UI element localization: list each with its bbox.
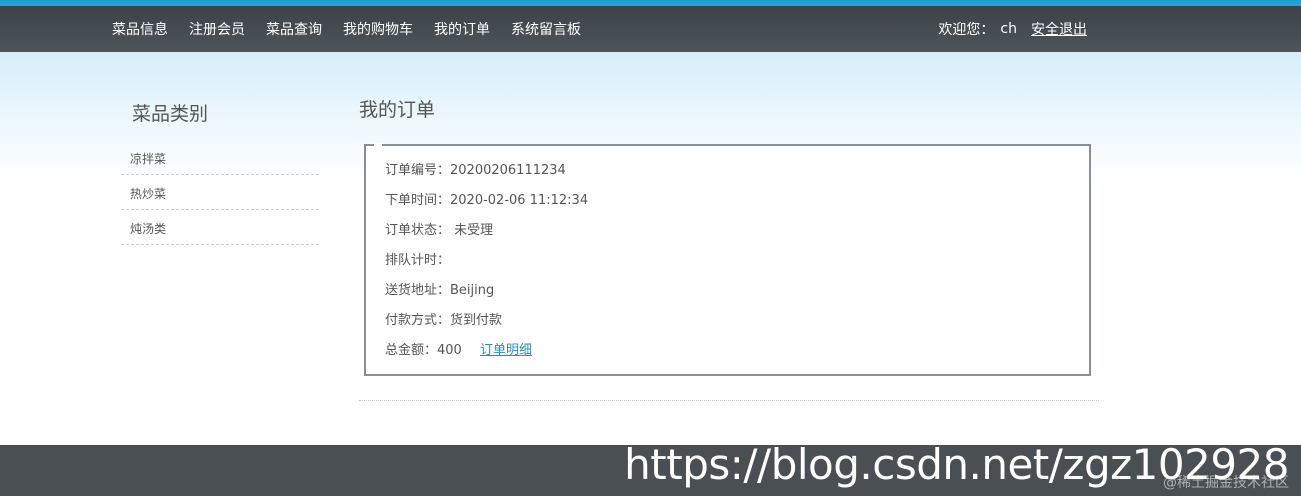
order-total-label: 总金额： [385, 343, 438, 358]
order-payment-label: 付款方式： [385, 313, 451, 328]
order-address-label: 送货地址： [385, 283, 451, 298]
category-sidebar: 菜品类别 凉拌菜 热炒菜 炖汤类 [121, 90, 319, 245]
order-payment-row: 付款方式：货到付款 [385, 309, 502, 328]
top-navbar: 菜品信息 注册会员 菜品查询 我的购物车 我的订单 系统留言板 欢迎您： ch … [0, 6, 1301, 52]
order-address-row: 送货地址：Beijing [385, 279, 494, 298]
nav-links: 菜品信息 注册会员 菜品查询 我的购物车 我的订单 系统留言板 [112, 6, 602, 52]
welcome-label: 欢迎您： [938, 22, 995, 38]
order-card: 订单编号：20200206111234 下单时间：2020-02-06 11:1… [364, 143, 1091, 376]
order-queue-label: 排队计时： [385, 253, 451, 268]
nav-dish-search[interactable]: 菜品查询 [266, 19, 322, 39]
order-number-value: 20200206111234 [450, 163, 566, 178]
order-time-value: 2020-02-06 11:12:34 [450, 193, 589, 208]
category-list: 凉拌菜 热炒菜 炖汤类 [121, 140, 319, 245]
order-time-label: 下单时间： [385, 193, 451, 208]
category-item-soups[interactable]: 炖汤类 [121, 210, 319, 245]
nav-register-member[interactable]: 注册会员 [189, 19, 245, 39]
order-number-row: 订单编号：20200206111234 [385, 159, 566, 178]
order-status-label: 订单状态： [385, 223, 451, 238]
content-divider [359, 400, 1099, 401]
nav-my-orders[interactable]: 我的订单 [434, 19, 490, 39]
watermark-community: @稀土掘金技术社区 [1163, 475, 1289, 491]
order-total-value: 400 [437, 343, 462, 358]
order-detail-link[interactable]: 订单明细 [480, 343, 532, 358]
order-total-row: 总金额：400 订单明细 [385, 339, 532, 358]
category-item-stir-fry[interactable]: 热炒菜 [121, 175, 319, 210]
page-title: 我的订单 [359, 99, 436, 121]
logout-link[interactable]: 安全退出 [1031, 19, 1087, 39]
user-area: 欢迎您： ch 安全退出 [938, 6, 1087, 52]
order-payment-value: 货到付款 [450, 313, 503, 328]
main-content: 我的订单 订单编号：20200206111234 下单时间：2020-02-06… [359, 90, 1099, 401]
order-address-value: Beijing [450, 283, 495, 298]
sidebar-title: 菜品类别 [132, 103, 209, 125]
nav-shopping-cart[interactable]: 我的购物车 [343, 19, 413, 39]
category-item-cold-dishes[interactable]: 凉拌菜 [121, 140, 319, 175]
order-status-row: 订单状态： 未受理 [385, 219, 493, 238]
username: ch [1000, 21, 1017, 37]
order-number-label: 订单编号： [385, 163, 451, 178]
nav-message-board[interactable]: 系统留言板 [511, 19, 581, 39]
order-time-row: 下单时间：2020-02-06 11:12:34 [385, 189, 588, 208]
nav-dish-info[interactable]: 菜品信息 [112, 19, 168, 39]
order-status-value: 未受理 [450, 223, 494, 238]
order-queue-row: 排队计时： [385, 249, 450, 268]
